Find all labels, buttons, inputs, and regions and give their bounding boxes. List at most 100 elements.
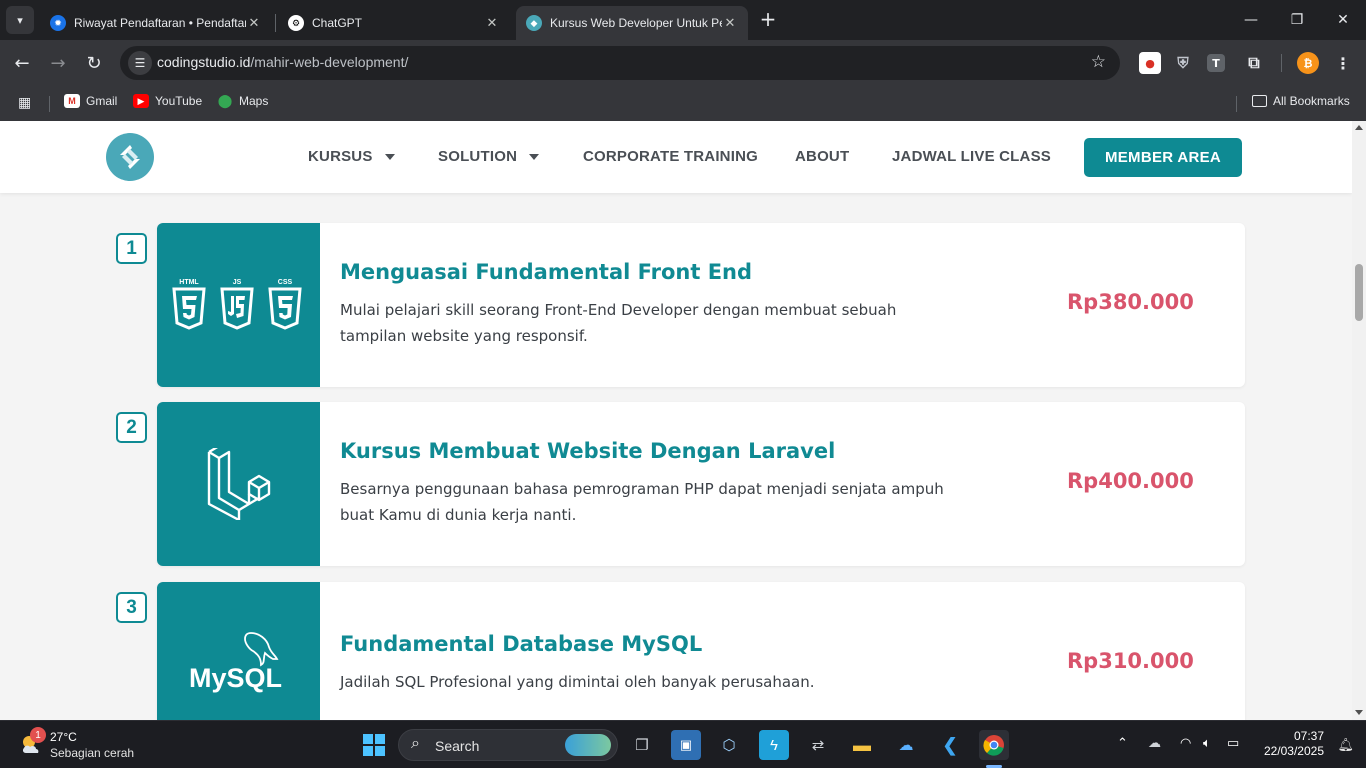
reload-icon[interactable]: ↻	[80, 49, 108, 77]
volume-icon[interactable]: 🔈︎	[1203, 735, 1211, 751]
system-clock[interactable]: 07:37 22/03/2025	[1264, 729, 1324, 759]
site-info-icon[interactable]: ☰	[128, 51, 152, 75]
course-description: Mulai pelajari skill seorang Front-End D…	[340, 301, 897, 345]
course-card-mysql[interactable]: MySQL Fundamental Database MySQL Jadilah…	[157, 582, 1245, 720]
cloud-app-icon[interactable]: ☁	[891, 730, 921, 760]
member-area-button[interactable]: MEMBER AREA	[1084, 138, 1242, 177]
course-thumbnail	[157, 402, 320, 566]
clock-time: 07:37	[1293, 729, 1324, 743]
course-card-laravel[interactable]: Kursus Membuat Website Dengan Laravel Be…	[157, 402, 1245, 566]
virtualbox-cube-icon[interactable]: ⬡	[714, 730, 744, 760]
address-url[interactable]: codingstudio.id/mahir-web-development/	[157, 54, 408, 70]
notification-bell-icon[interactable]: 🔔︎	[1337, 737, 1354, 753]
course-number-badge: 2	[116, 412, 147, 443]
apps-grid-icon[interactable]: ▦	[18, 94, 31, 111]
course-title[interactable]: Menguasai Fundamental Front End	[340, 260, 752, 284]
codingstudio-favicon-icon: ◆	[526, 15, 542, 31]
restore-icon[interactable]: ❐	[1274, 0, 1320, 40]
toolbar-divider	[1281, 54, 1282, 72]
new-tab-plus-icon[interactable]: +	[756, 8, 780, 32]
page-scrollbar[interactable]	[1352, 121, 1366, 720]
laravel-logo-icon	[207, 448, 270, 520]
course-title[interactable]: Kursus Membuat Website Dengan Laravel	[340, 439, 835, 463]
tab-close-icon[interactable]: ✕	[246, 15, 262, 31]
task-view-icon[interactable]: ❐	[627, 730, 657, 760]
web-page: KURSUS SOLUTION CORPORATE TRAINING ABOUT…	[0, 121, 1352, 720]
nav-corporate-training[interactable]: CORPORATE TRAINING	[583, 148, 758, 165]
codingstudio-logo[interactable]	[106, 133, 154, 181]
bookmarks-divider	[49, 96, 50, 112]
svg-text:MySQL: MySQL	[189, 663, 282, 693]
chevron-down-icon	[384, 154, 395, 161]
nav-solution[interactable]: SOLUTION	[438, 148, 540, 165]
tab-kursus-web-developer[interactable]: ◆ Kursus Web Developer Untuk Pemula ✕	[516, 6, 748, 40]
youtube-adblock-extension-icon[interactable]: ●	[1139, 52, 1161, 74]
browser-tabstrip: ▾ ✹ Riwayat Pendaftaran • Pendaftaran ✕ …	[0, 0, 1366, 40]
shield-extension-icon[interactable]: ⛨	[1172, 52, 1194, 74]
kemdikbud-favicon-icon: ✹	[50, 15, 66, 31]
file-explorer-folder-icon[interactable]: ▬	[847, 730, 877, 760]
lightning-app-icon[interactable]: ϟ	[759, 730, 789, 760]
scroll-down-arrow-icon[interactable]	[1355, 710, 1363, 715]
nav-kursus[interactable]: KURSUS	[308, 148, 395, 165]
folder-icon	[1252, 95, 1267, 107]
tab-chatgpt[interactable]: ⚙ ChatGPT ✕	[278, 6, 510, 40]
windows-start-icon[interactable]	[359, 730, 389, 760]
bookmark-maps[interactable]: ⬤ Maps	[217, 93, 269, 108]
course-thumbnail: MySQL	[157, 582, 320, 720]
search-icon: ⌕	[411, 735, 420, 752]
course-description: Jadilah SQL Profesional yang dimintai ol…	[340, 673, 815, 691]
weather-description[interactable]: Sebagian cerah	[50, 746, 134, 760]
address-bar[interactable]: ☰ codingstudio.id/mahir-web-development/…	[120, 46, 1120, 80]
control-panel-icon[interactable]: ▣	[671, 730, 701, 760]
tab-close-icon[interactable]: ✕	[484, 15, 500, 31]
site-header: KURSUS SOLUTION CORPORATE TRAINING ABOUT…	[0, 121, 1352, 193]
forward-arrow-icon[interactable]: →	[44, 49, 72, 77]
scroll-up-arrow-icon[interactable]	[1355, 125, 1363, 130]
close-window-icon[interactable]: ✕	[1320, 0, 1366, 40]
onedrive-error-icon[interactable]: ☁	[1148, 735, 1161, 751]
mysql-dolphin-logo-icon: MySQL	[189, 632, 282, 693]
svg-text:JS: JS	[232, 279, 241, 286]
minimize-icon[interactable]: —	[1228, 0, 1274, 40]
chrome-taskbar-icon[interactable]	[979, 730, 1009, 760]
course-number-badge: 1	[116, 233, 147, 264]
bookmark-star-icon[interactable]: ☆	[1091, 52, 1106, 72]
course-number-badge: 3	[116, 592, 147, 623]
course-price: Rp400.000	[1067, 469, 1194, 493]
extensions-puzzle-icon[interactable]: ⧉	[1243, 52, 1265, 74]
tab-search-icon[interactable]: ▾	[6, 6, 34, 34]
tab-riwayat[interactable]: ✹ Riwayat Pendaftaran • Pendaftaran ✕	[40, 6, 272, 40]
nav-about[interactable]: ABOUT	[795, 148, 849, 165]
weather-temperature[interactable]: 27°C	[50, 730, 77, 744]
svg-text:CSS: CSS	[277, 279, 292, 286]
course-card-front-end[interactable]: HTML JS CSS Menguasai Fundamental Front …	[157, 223, 1245, 387]
windows-taskbar: 1 27°C Sebagian cerah ⌕ Search ❐ ▣ ⬡ ϟ ⇄…	[0, 720, 1366, 768]
battery-icon[interactable]: ▭	[1227, 735, 1239, 751]
chatgpt-favicon-icon: ⚙	[288, 15, 304, 31]
network-share-icon[interactable]: ⇄	[803, 730, 833, 760]
weather-notification-badge: 1	[30, 727, 46, 743]
scrollbar-thumb[interactable]	[1355, 264, 1363, 321]
t-extension-icon[interactable]: T	[1207, 54, 1225, 72]
all-bookmarks-folder[interactable]: All Bookmarks	[1252, 94, 1350, 108]
taskbar-search-box[interactable]: ⌕ Search	[398, 729, 618, 761]
wifi-icon[interactable]: ◠	[1180, 735, 1191, 751]
course-title[interactable]: Fundamental Database MySQL	[340, 632, 702, 656]
svg-text:HTML: HTML	[179, 279, 199, 286]
bookmarks-bar: ▦ M Gmail ▶ YouTube ⬤ Maps All Bookmarks	[0, 86, 1366, 121]
bookmark-gmail[interactable]: M Gmail	[64, 94, 117, 108]
bitcoin-profile-icon[interactable]: ₿	[1297, 52, 1319, 74]
back-arrow-icon[interactable]: ←	[8, 49, 36, 77]
course-price: Rp310.000	[1067, 649, 1194, 673]
tab-close-icon[interactable]: ✕	[722, 15, 738, 31]
nav-jadwal-live-class[interactable]: JADWAL LIVE CLASS	[892, 148, 1051, 165]
vscode-icon[interactable]: ❮	[935, 730, 965, 760]
html-js-css-shield-icons: HTML JS CSS	[171, 279, 302, 330]
course-thumbnail: HTML JS CSS	[157, 223, 320, 387]
bookmark-youtube[interactable]: ▶ YouTube	[133, 94, 202, 108]
show-hidden-icons-chevron-icon[interactable]: ⌃	[1117, 735, 1128, 751]
bookmarks-divider	[1236, 96, 1237, 112]
menu-kebab-icon[interactable]: ⋮	[1332, 52, 1354, 74]
course-description: Besarnya penggunaan bahasa pemrograman P…	[340, 480, 944, 524]
